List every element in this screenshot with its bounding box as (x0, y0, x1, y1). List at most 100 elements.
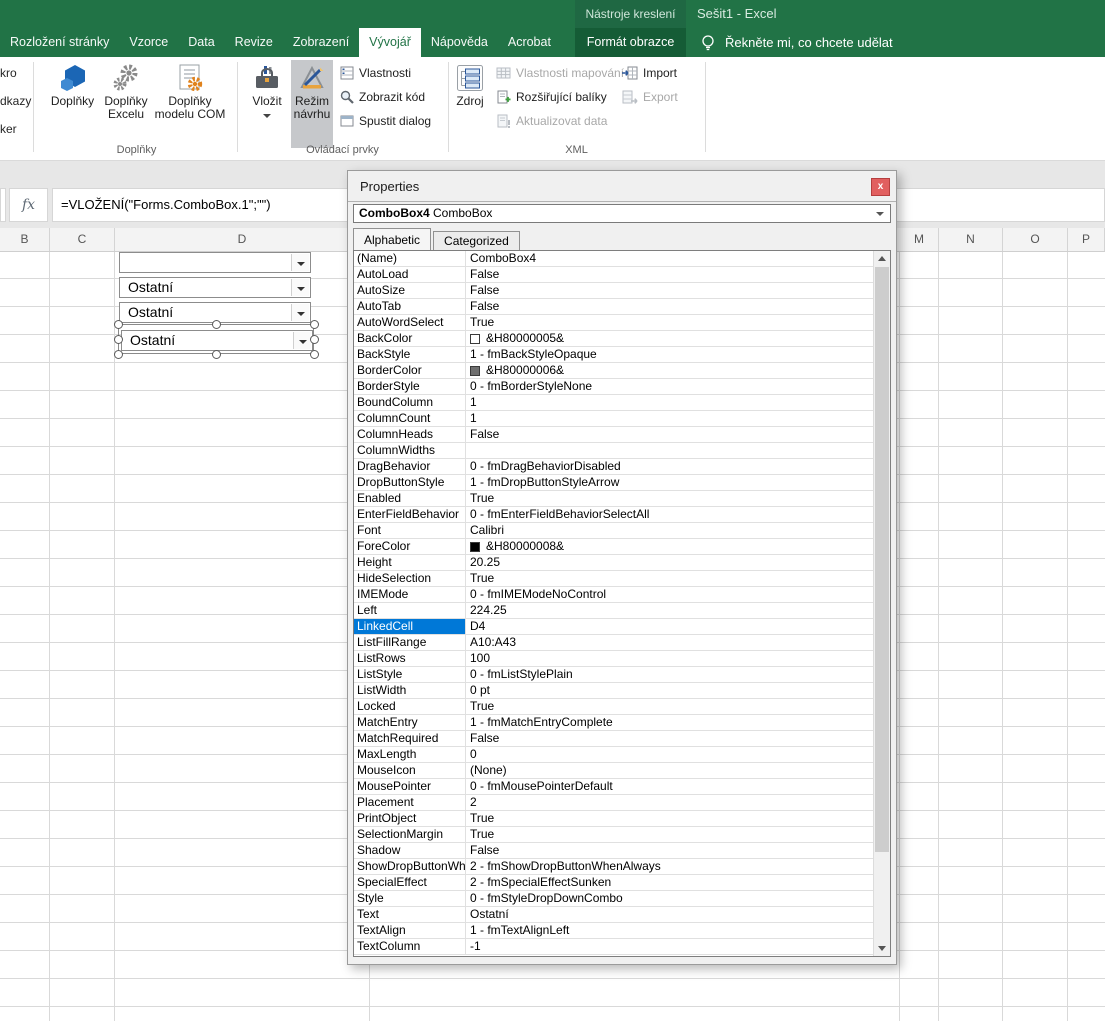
property-row[interactable]: FontCalibri (354, 523, 873, 539)
property-value[interactable]: 1 - fmDropButtonStyleArrow (466, 475, 873, 490)
insert-control-button[interactable]: Vložit (246, 60, 288, 148)
column-header-O[interactable]: O (1003, 228, 1068, 251)
property-name[interactable]: MouseIcon (354, 763, 466, 778)
property-name[interactable]: MatchRequired (354, 731, 466, 746)
property-value[interactable]: True (466, 491, 873, 506)
property-value[interactable]: 0 - fmDragBehaviorDisabled (466, 459, 873, 474)
property-row[interactable]: HideSelectionTrue (354, 571, 873, 587)
property-row[interactable]: AutoTabFalse (354, 299, 873, 315)
property-row[interactable]: EnterFieldBehavior0 - fmEnterFieldBehavi… (354, 507, 873, 523)
insert-function-button[interactable]: fx (9, 188, 48, 222)
property-value[interactable]: 1 (466, 411, 873, 426)
property-value[interactable]: -1 (466, 939, 873, 954)
property-row[interactable]: BackStyle1 - fmBackStyleOpaque (354, 347, 873, 363)
property-row[interactable]: TextAlign1 - fmTextAlignLeft (354, 923, 873, 939)
property-row[interactable]: BorderColor&H80000006& (354, 363, 873, 379)
property-name[interactable]: BackColor (354, 331, 466, 346)
property-value[interactable]: True (466, 571, 873, 586)
property-name[interactable]: ShowDropButtonWhen (354, 859, 466, 874)
property-name[interactable]: Height (354, 555, 466, 570)
property-row[interactable]: AutoSizeFalse (354, 283, 873, 299)
scrollbar-thumb[interactable] (875, 267, 889, 852)
property-name[interactable]: MaxLength (354, 747, 466, 762)
property-name[interactable]: Style (354, 891, 466, 906)
property-value[interactable]: 2 - fmSpecialEffectSunken (466, 875, 873, 890)
property-row[interactable]: ColumnHeadsFalse (354, 427, 873, 443)
tell-me[interactable]: Řekněte mi, co chcete udělat (700, 28, 893, 57)
property-value[interactable]: D4 (466, 619, 873, 634)
column-header-B[interactable]: B (0, 228, 50, 251)
property-name[interactable]: Text (354, 907, 466, 922)
property-value[interactable]: 0 - fmMousePointerDefault (466, 779, 873, 794)
property-row[interactable]: DropButtonStyle1 - fmDropButtonStyleArro… (354, 475, 873, 491)
property-value[interactable]: True (466, 315, 873, 330)
property-row[interactable]: LinkedCellD4 (354, 619, 873, 635)
tab-vývojář[interactable]: Vývojář (359, 28, 421, 57)
property-name[interactable]: Placement (354, 795, 466, 810)
tab-categorized[interactable]: Categorized (433, 231, 520, 250)
property-value[interactable]: 1 (466, 395, 873, 410)
property-row[interactable]: ForeColor&H80000008& (354, 539, 873, 555)
expansion-packs-button[interactable]: Rozšiřující balíky (496, 88, 607, 106)
property-row[interactable]: MatchEntry1 - fmMatchEntryComplete (354, 715, 873, 731)
selection-handle[interactable] (114, 335, 123, 344)
property-name[interactable]: Font (354, 523, 466, 538)
property-name[interactable]: AutoTab (354, 299, 466, 314)
property-value[interactable]: 0 - fmStyleDropDownCombo (466, 891, 873, 906)
property-value[interactable] (466, 443, 873, 458)
map-properties-button[interactable]: Vlastnosti mapování (496, 64, 624, 82)
property-row[interactable]: BackColor&H80000005& (354, 331, 873, 347)
clipped-label-odkazy[interactable]: dkazy (0, 94, 31, 108)
property-value[interactable]: False (466, 283, 873, 298)
property-name[interactable]: TextAlign (354, 923, 466, 938)
property-row[interactable]: IMEMode0 - fmIMEModeNoControl (354, 587, 873, 603)
close-button[interactable]: x (871, 178, 890, 196)
property-name[interactable]: AutoWordSelect (354, 315, 466, 330)
tab-rozložení-stránky[interactable]: Rozložení stránky (0, 28, 119, 57)
property-value[interactable]: 1 - fmMatchEntryComplete (466, 715, 873, 730)
property-value[interactable]: 0 pt (466, 683, 873, 698)
selection-handle[interactable] (310, 320, 319, 329)
property-value[interactable]: False (466, 731, 873, 746)
property-value[interactable]: 2 - fmShowDropButtonWhenAlways (466, 859, 873, 874)
property-row[interactable]: ColumnCount1 (354, 411, 873, 427)
sheet-combobox[interactable] (119, 252, 311, 273)
property-name[interactable]: ForeColor (354, 539, 466, 554)
scrollbar[interactable] (873, 251, 890, 956)
property-name[interactable]: SpecialEffect (354, 875, 466, 890)
property-row[interactable]: LockedTrue (354, 699, 873, 715)
clipped-label-makro[interactable]: kro (0, 66, 17, 80)
property-row[interactable]: ShowDropButtonWhen2 - fmShowDropButtonWh… (354, 859, 873, 875)
selection-handle[interactable] (212, 320, 221, 329)
tab-revize[interactable]: Revize (225, 28, 283, 57)
property-value[interactable]: False (466, 427, 873, 442)
property-value[interactable]: 1 - fmBackStyleOpaque (466, 347, 873, 362)
column-header-N[interactable]: N (939, 228, 1003, 251)
property-row[interactable]: AutoLoadFalse (354, 267, 873, 283)
property-row[interactable]: DragBehavior0 - fmDragBehaviorDisabled (354, 459, 873, 475)
property-name[interactable]: LinkedCell (354, 619, 466, 634)
property-name[interactable]: ColumnHeads (354, 427, 466, 442)
column-header-C[interactable]: C (50, 228, 115, 251)
selection-handle[interactable] (114, 350, 123, 359)
xml-source-button[interactable]: Zdroj (450, 60, 490, 148)
property-row[interactable]: ListFillRangeA10:A43 (354, 635, 873, 651)
run-dialog-button[interactable]: Spustit dialog (340, 112, 431, 130)
property-row[interactable]: MouseIcon(None) (354, 763, 873, 779)
property-row[interactable]: BorderStyle0 - fmBorderStyleNone (354, 379, 873, 395)
property-name[interactable]: PrintObject (354, 811, 466, 826)
property-row[interactable]: AutoWordSelectTrue (354, 315, 873, 331)
property-value[interactable]: 100 (466, 651, 873, 666)
selection-handle[interactable] (114, 320, 123, 329)
com-addins-button[interactable]: Doplňky modelu COM (151, 60, 229, 148)
property-row[interactable]: MaxLength0 (354, 747, 873, 763)
property-value[interactable]: 20.25 (466, 555, 873, 570)
addins-button[interactable]: Doplňky (44, 60, 101, 148)
property-name[interactable]: Shadow (354, 843, 466, 858)
property-name[interactable]: SelectionMargin (354, 827, 466, 842)
property-row[interactable]: TextOstatní (354, 907, 873, 923)
refresh-data-button[interactable]: Aktualizovat data (496, 112, 607, 130)
property-row[interactable]: MousePointer0 - fmMousePointerDefault (354, 779, 873, 795)
property-value[interactable]: Calibri (466, 523, 873, 538)
design-mode-button[interactable]: Režim návrhu (291, 60, 333, 148)
